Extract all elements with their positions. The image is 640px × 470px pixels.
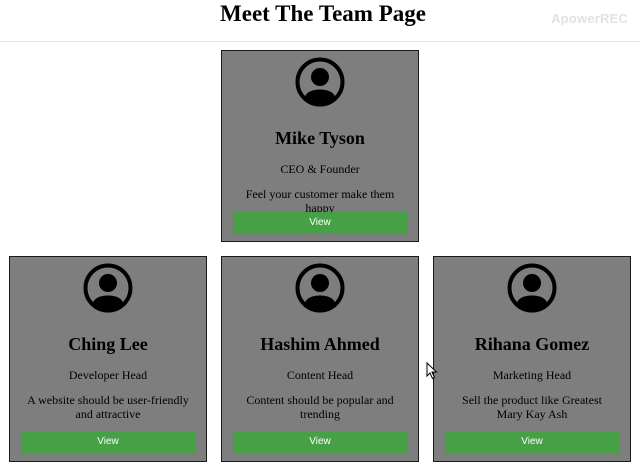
user-circle-icon (295, 263, 345, 313)
member-name: Rihana Gomez (474, 334, 590, 354)
user-circle-icon (83, 263, 133, 313)
page-header: Meet The Team Page ApowerREC (0, 0, 640, 42)
team-card-mike-tyson: Mike Tyson CEO & Founder Feel your custo… (221, 50, 419, 242)
team-card-hashim-ahmed: Hashim Ahmed Content Head Content should… (221, 256, 419, 462)
watermark-logo: ApowerREC (551, 11, 628, 26)
member-description: Sell the product like Greatest Mary Kay … (462, 393, 602, 421)
user-circle-icon (507, 263, 557, 313)
member-role: CEO & Founder (280, 162, 360, 176)
view-button[interactable]: View (445, 431, 619, 453)
member-description: Feel your customer make them happy (245, 187, 395, 215)
member-description: A website should be user-friendly and at… (27, 393, 189, 421)
member-name: Mike Tyson (275, 128, 365, 148)
mouse-cursor-icon (426, 362, 438, 380)
view-button[interactable]: View (233, 212, 407, 234)
view-button[interactable]: View (233, 431, 407, 453)
team-card-ching-lee: Ching Lee Developer Head A website shoul… (9, 256, 207, 462)
view-button[interactable]: View (21, 431, 195, 453)
member-name: Ching Lee (68, 334, 148, 354)
member-role: Content Head (286, 368, 354, 382)
member-description: Content should be popular and trending (246, 393, 394, 421)
member-name: Hashim Ahmed (260, 334, 380, 354)
page-title: Meet The Team Page (220, 1, 426, 26)
member-role: Marketing Head (492, 368, 572, 382)
team-card-rihana-gomez: Rihana Gomez Marketing Head Sell the pro… (433, 256, 631, 462)
user-circle-icon (295, 57, 345, 107)
member-role: Developer Head (68, 368, 148, 382)
